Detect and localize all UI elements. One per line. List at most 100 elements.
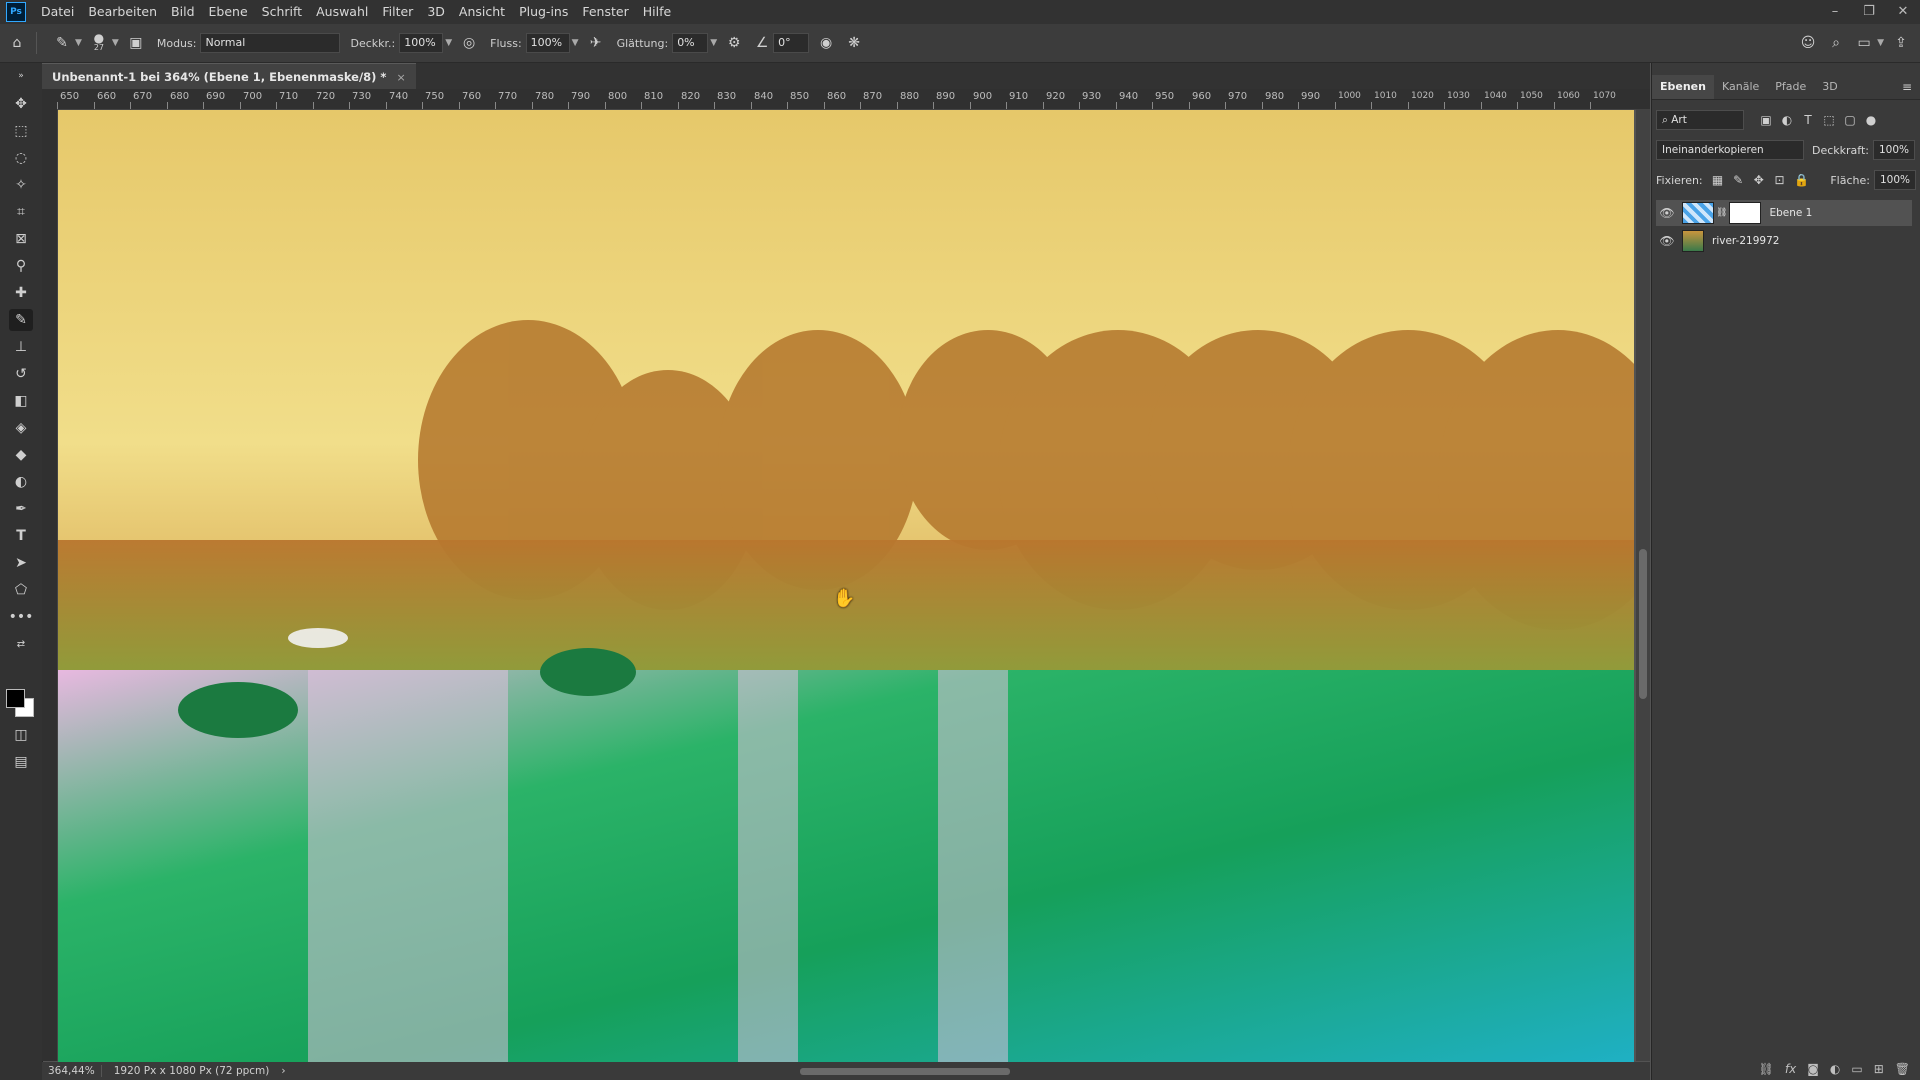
restore-button[interactable]: ❐	[1852, 0, 1886, 24]
eyedropper-tool-icon[interactable]: ⚲	[9, 255, 33, 277]
menu-plugins[interactable]: Plug-ins	[512, 0, 575, 24]
eraser-tool-icon[interactable]: ◧	[9, 390, 33, 412]
crop-tool-icon[interactable]: ⌗	[9, 201, 33, 223]
brush-tool-icon[interactable]: ✎	[9, 309, 33, 331]
quick-mask-icon[interactable]: ◫	[9, 724, 33, 746]
menu-bearbeiten[interactable]: Bearbeiten	[81, 0, 164, 24]
foreground-color-swatch[interactable]	[6, 689, 25, 708]
tab-paths[interactable]: Pfade	[1767, 75, 1814, 99]
menu-schrift[interactable]: Schrift	[255, 0, 309, 24]
gear-icon[interactable]: ⚙	[723, 32, 745, 54]
more-tools-icon[interactable]: •••	[9, 606, 34, 628]
history-brush-tool-icon[interactable]: ↺	[9, 363, 33, 385]
add-mask-icon[interactable]: ◙	[1807, 1062, 1819, 1076]
panel-menu-icon[interactable]: ≡	[1901, 80, 1913, 94]
flow-input[interactable]: 100%	[525, 33, 570, 53]
layer-mask-thumbnail[interactable]	[1729, 202, 1762, 224]
home-icon[interactable]: ⌂	[6, 32, 28, 54]
new-layer-icon[interactable]: ⊞	[1874, 1062, 1884, 1076]
chevron-down-icon[interactable]: ▼	[1877, 38, 1884, 48]
menu-fenster[interactable]: Fenster	[575, 0, 635, 24]
healing-brush-tool-icon[interactable]: ✚	[9, 282, 33, 304]
filter-shape-icon[interactable]: ⬚	[1823, 113, 1835, 127]
airbrush-icon[interactable]: ✈	[585, 32, 607, 54]
share-icon[interactable]: ⇪	[1890, 32, 1912, 54]
search-icon[interactable]: ⌕	[1825, 32, 1847, 54]
layer-row-ebene-1[interactable]: 👁 ⛓ Ebene 1	[1656, 200, 1912, 226]
filter-pixel-icon[interactable]: ▣	[1760, 113, 1772, 127]
shape-tool-icon[interactable]: ⬠	[9, 579, 33, 601]
link-icon[interactable]: ⛓	[1716, 208, 1727, 218]
eye-icon[interactable]: 👁	[1656, 206, 1678, 220]
adjustment-layer-icon[interactable]: ◐	[1830, 1062, 1840, 1076]
workspace-icon[interactable]: ▭	[1853, 32, 1875, 54]
tab-layers[interactable]: Ebenen	[1652, 75, 1714, 99]
vertical-scrollbar[interactable]	[1636, 109, 1650, 1061]
blend-mode-select[interactable]: Ineinanderkopieren	[1656, 140, 1804, 160]
lock-position-icon[interactable]: ✥	[1753, 173, 1765, 187]
menu-auswahl[interactable]: Auswahl	[309, 0, 375, 24]
close-window-button[interactable]: ✕	[1886, 0, 1920, 24]
fill-input[interactable]: 100%	[1873, 170, 1916, 190]
status-arrow[interactable]: ›	[281, 1065, 285, 1077]
eye-icon[interactable]: 👁	[1656, 234, 1678, 248]
filter-adjustment-icon[interactable]: ◐	[1781, 113, 1793, 127]
group-folder-icon[interactable]: ▭	[1851, 1062, 1862, 1076]
menu-ansicht[interactable]: Ansicht	[452, 0, 512, 24]
share-user-icon[interactable]: ☺	[1797, 32, 1819, 54]
tab-3d[interactable]: 3D	[1814, 75, 1845, 99]
lock-artboard-icon[interactable]: ⊡	[1774, 173, 1786, 187]
collapse-toolbar-icon[interactable]: »	[9, 65, 33, 87]
stamp-tool-icon[interactable]: ⊥	[9, 336, 33, 358]
horizontal-scrollbar[interactable]	[520, 1066, 1420, 1076]
chevron-down-icon[interactable]: ▼	[75, 38, 82, 48]
brush-settings-icon[interactable]: ▣	[125, 32, 147, 54]
trash-icon[interactable]: 🗑	[1895, 1062, 1910, 1076]
menu-datei[interactable]: Datei	[34, 0, 81, 24]
close-tab-icon[interactable]: ×	[396, 71, 405, 84]
type-tool-icon[interactable]: T	[9, 525, 33, 547]
path-selection-tool-icon[interactable]: ➤	[9, 552, 33, 574]
chevron-down-icon[interactable]: ▼	[710, 38, 717, 48]
lock-image-icon[interactable]: ✎	[1732, 173, 1744, 187]
chevron-down-icon[interactable]: ▼	[572, 38, 579, 48]
menu-filter[interactable]: Filter	[375, 0, 420, 24]
scroll-thumb[interactable]	[800, 1068, 1010, 1075]
zoom-level[interactable]: 364,44%	[42, 1065, 102, 1077]
swap-colors-icon[interactable]: ⇄	[9, 633, 33, 655]
layer-opacity-input[interactable]: 100%	[1873, 140, 1915, 160]
marquee-tool-icon[interactable]: ⬚	[9, 120, 33, 142]
filter-type-icon[interactable]: T	[1802, 113, 1814, 127]
smoothing-input[interactable]: 0%	[672, 33, 709, 53]
lasso-tool-icon[interactable]: ◌	[9, 147, 33, 169]
pressure-opacity-icon[interactable]: ◎	[458, 32, 480, 54]
menu-ebene[interactable]: Ebene	[202, 0, 255, 24]
lock-all-icon[interactable]: 🔒	[1794, 173, 1809, 187]
menu-hilfe[interactable]: Hilfe	[636, 0, 678, 24]
blur-tool-icon[interactable]: ◆	[9, 444, 33, 466]
menu-bild[interactable]: Bild	[164, 0, 201, 24]
screen-mode-icon[interactable]: ▤	[9, 751, 33, 773]
move-tool-icon[interactable]: ✥	[9, 93, 33, 115]
filter-toggle-icon[interactable]: ●	[1865, 113, 1877, 127]
mode-select[interactable]: Normal	[200, 33, 341, 53]
symmetry-icon[interactable]: ❋	[843, 32, 865, 54]
document-canvas[interactable]: ✋	[58, 110, 1634, 1062]
magic-wand-tool-icon[interactable]: ✧	[9, 174, 33, 196]
frame-tool-icon[interactable]: ⊠	[9, 228, 33, 250]
angle-input[interactable]: 0°	[773, 33, 810, 53]
link-layers-icon[interactable]: ⛓	[1759, 1062, 1774, 1076]
lock-transparent-icon[interactable]: ▦	[1712, 173, 1724, 187]
document-tab[interactable]: Unbenannt-1 bei 364% (Ebene 1, Ebenenmas…	[42, 63, 416, 90]
minimize-button[interactable]: –	[1818, 0, 1852, 24]
layer-filter-select[interactable]: ⌕ Art	[1656, 110, 1744, 130]
chevron-down-icon[interactable]: ▼	[112, 38, 119, 48]
pressure-size-icon[interactable]: ◉	[815, 32, 837, 54]
filter-smart-object-icon[interactable]: ▢	[1844, 113, 1856, 127]
menu-3d[interactable]: 3D	[420, 0, 452, 24]
fx-icon[interactable]: fx	[1785, 1062, 1796, 1076]
brush-preset-icon[interactable]: ✎	[51, 32, 73, 54]
chevron-down-icon[interactable]: ▼	[445, 38, 452, 48]
opacity-input[interactable]: 100%	[399, 33, 444, 53]
dodge-tool-icon[interactable]: ◐	[9, 471, 33, 493]
